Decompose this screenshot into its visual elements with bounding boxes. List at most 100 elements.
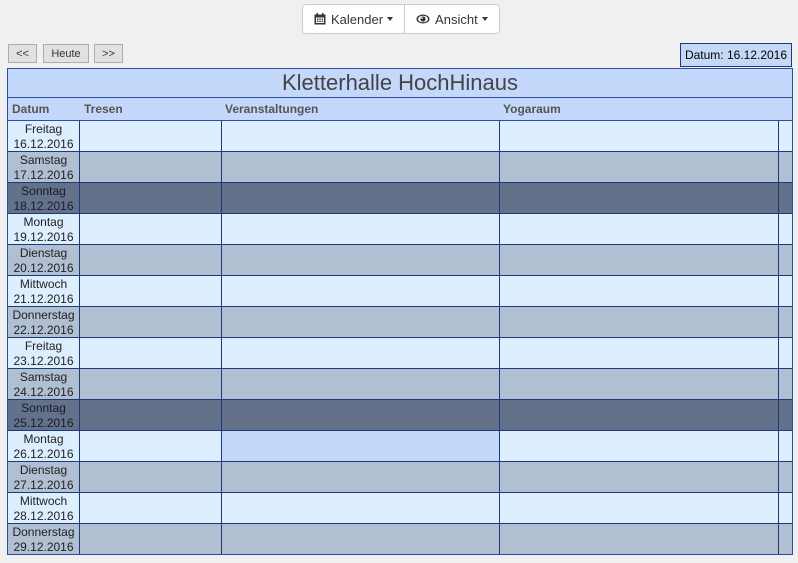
yoga-cell[interactable] (500, 524, 779, 554)
table-row: Donnerstag 22.12.2016 (8, 307, 792, 338)
tresen-cell[interactable] (80, 152, 222, 182)
calendar-title: Kletterhalle HochHinaus (8, 69, 792, 98)
yoga-cell[interactable] (500, 400, 779, 430)
extra-cell[interactable] (779, 152, 792, 182)
extra-cell[interactable] (779, 524, 792, 554)
today-button[interactable]: Heute (43, 44, 89, 63)
extra-cell[interactable] (779, 245, 792, 275)
extra-cell[interactable] (779, 214, 792, 244)
view-menu-button[interactable]: Ansicht (404, 5, 499, 33)
date-label: 25.12.2016 (13, 416, 74, 430)
extra-cell[interactable] (779, 462, 792, 492)
yoga-cell[interactable] (500, 431, 779, 461)
column-header-tresen: Tresen (84, 102, 123, 116)
table-row: Samstag 17.12.2016 (8, 152, 792, 183)
events-cell[interactable] (222, 338, 500, 368)
extra-cell[interactable] (779, 121, 792, 151)
table-row: Dienstag 27.12.2016 (8, 462, 792, 493)
date-cell: Donnerstag 29.12.2016 (8, 524, 80, 554)
yoga-cell[interactable] (500, 462, 779, 492)
column-header-yoga: Yogaraum (503, 102, 561, 116)
tresen-cell[interactable] (80, 493, 222, 523)
weekday-label: Freitag (24, 339, 63, 353)
date-label: 21.12.2016 (13, 292, 74, 306)
events-cell[interactable] (222, 152, 500, 182)
weekday-label: Sonntag (21, 184, 66, 198)
tresen-cell[interactable] (80, 276, 222, 306)
tresen-cell[interactable] (80, 524, 222, 554)
tresen-cell[interactable] (80, 121, 222, 151)
events-cell[interactable] (222, 400, 500, 430)
date-display: Datum: 16.12.2016 (680, 43, 792, 67)
events-cell[interactable] (222, 276, 500, 306)
calendar-table: Kletterhalle HochHinaus Datum Tresen Ver… (7, 68, 793, 555)
table-row: Montag 26.12.2016 (8, 431, 792, 462)
tresen-cell[interactable] (80, 462, 222, 492)
yoga-cell[interactable] (500, 307, 779, 337)
yoga-cell[interactable] (500, 245, 779, 275)
eye-icon (416, 14, 430, 24)
yoga-cell[interactable] (500, 183, 779, 213)
tresen-cell[interactable] (80, 183, 222, 213)
top-toolbar: Kalender Ansicht (302, 4, 500, 34)
events-cell[interactable] (222, 493, 500, 523)
table-row: Sonntag 25.12.2016 (8, 400, 792, 431)
yoga-cell[interactable] (500, 369, 779, 399)
tresen-cell[interactable] (80, 400, 222, 430)
weekday-label: Montag (23, 432, 64, 446)
events-cell[interactable] (222, 121, 500, 151)
calendar-menu-button[interactable]: Kalender (303, 5, 404, 33)
events-cell[interactable] (222, 307, 500, 337)
tresen-cell[interactable] (80, 307, 222, 337)
events-cell[interactable] (222, 462, 500, 492)
events-cell[interactable] (222, 369, 500, 399)
date-cell: Donnerstag 22.12.2016 (8, 307, 80, 337)
events-cell[interactable] (222, 524, 500, 554)
tresen-cell[interactable] (80, 245, 222, 275)
tresen-cell[interactable] (80, 214, 222, 244)
date-cell: Freitag 16.12.2016 (8, 121, 80, 151)
extra-cell[interactable] (779, 431, 792, 461)
yoga-cell[interactable] (500, 493, 779, 523)
yoga-cell[interactable] (500, 276, 779, 306)
extra-cell[interactable] (779, 369, 792, 399)
events-cell[interactable] (222, 245, 500, 275)
date-cell: Mittwoch 28.12.2016 (8, 493, 80, 523)
extra-cell[interactable] (779, 493, 792, 523)
yoga-cell[interactable] (500, 121, 779, 151)
weekday-label: Dienstag (19, 463, 68, 477)
date-cell: Dienstag 20.12.2016 (8, 245, 80, 275)
previous-button[interactable]: << (8, 44, 37, 63)
extra-cell[interactable] (779, 183, 792, 213)
events-cell[interactable] (222, 431, 500, 461)
tresen-cell[interactable] (80, 369, 222, 399)
date-cell: Samstag 24.12.2016 (8, 369, 80, 399)
extra-cell[interactable] (779, 338, 792, 368)
date-label: 16.12.2016 (13, 137, 74, 151)
extra-cell[interactable] (779, 400, 792, 430)
extra-cell[interactable] (779, 276, 792, 306)
tresen-cell[interactable] (80, 431, 222, 461)
date-label: 20.12.2016 (13, 261, 74, 275)
date-label: 26.12.2016 (13, 447, 74, 461)
column-header-date: Datum (12, 102, 50, 116)
date-cell: Montag 26.12.2016 (8, 431, 80, 461)
next-button[interactable]: >> (94, 44, 123, 63)
date-label: 18.12.2016 (13, 199, 74, 213)
table-row: Mittwoch 21.12.2016 (8, 276, 792, 307)
yoga-cell[interactable] (500, 152, 779, 182)
date-cell: Sonntag 25.12.2016 (8, 400, 80, 430)
events-cell[interactable] (222, 214, 500, 244)
yoga-cell[interactable] (500, 338, 779, 368)
tresen-cell[interactable] (80, 338, 222, 368)
weekday-label: Donnerstag (12, 308, 75, 322)
date-label: 19.12.2016 (13, 230, 74, 244)
weekday-label: Freitag (24, 122, 63, 136)
weekday-label: Samstag (19, 153, 68, 167)
events-cell[interactable] (222, 183, 500, 213)
extra-cell[interactable] (779, 307, 792, 337)
table-row: Samstag 24.12.2016 (8, 369, 792, 400)
weekday-label: Montag (23, 215, 64, 229)
weekday-label: Sonntag (21, 401, 66, 415)
yoga-cell[interactable] (500, 214, 779, 244)
